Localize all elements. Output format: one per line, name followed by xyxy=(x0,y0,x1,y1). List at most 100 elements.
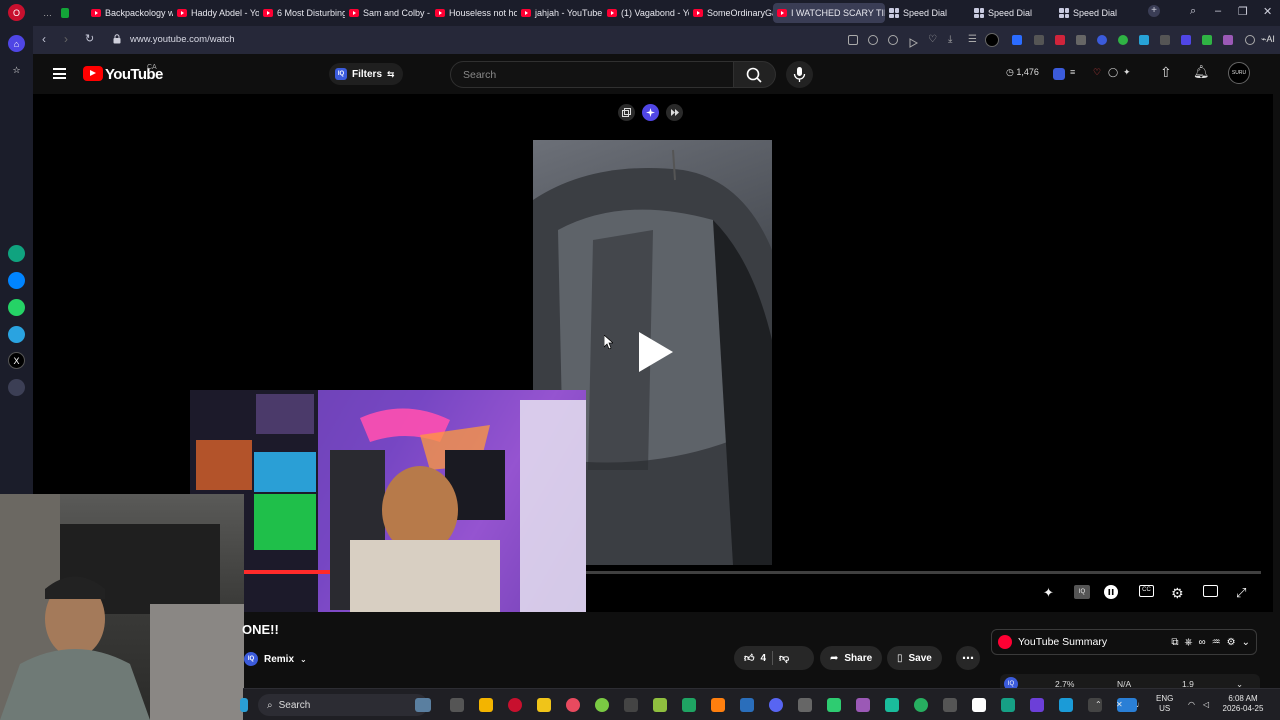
avatar[interactable]: SURU xyxy=(1228,62,1250,84)
browser-tab[interactable]: Haddy Abdel - You xyxy=(173,3,259,23)
camera-icon[interactable] xyxy=(868,35,878,45)
mic-icon[interactable]: ♩ xyxy=(1136,700,1144,710)
browser-tab[interactable]: jahjah - YouTube xyxy=(517,3,603,23)
opera-icon[interactable] xyxy=(508,698,522,712)
share-button[interactable]: ➦ Share xyxy=(820,646,883,670)
file-explorer-icon[interactable] xyxy=(479,698,493,712)
browser-tab[interactable]: Backpackology wi xyxy=(87,3,173,23)
telegram-icon[interactable] xyxy=(8,326,25,343)
iq-extension-icon[interactable] xyxy=(1053,68,1065,80)
filters-button[interactable]: IQ Filters ⇆ xyxy=(329,63,403,85)
settings-icon[interactable]: ⚙︎ xyxy=(1227,637,1236,648)
ai-sparkle-icon[interactable] xyxy=(642,104,659,121)
volume-icon[interactable]: ◁ xyxy=(1203,700,1209,710)
glasses-icon[interactable]: ∞ xyxy=(1199,637,1206,648)
edit-icon[interactable] xyxy=(848,35,858,45)
chatgpt-icon[interactable] xyxy=(8,245,25,262)
minimize-button[interactable]: – xyxy=(1215,5,1221,17)
extension-icon[interactable] xyxy=(1055,35,1065,45)
capcut-icon[interactable] xyxy=(972,698,986,712)
extension-icon[interactable] xyxy=(1012,35,1022,45)
sparkle-icon[interactable]: ✦ xyxy=(1043,585,1054,601)
comment-icon[interactable]: ◯ xyxy=(1108,67,1118,78)
whatsapp-icon[interactable] xyxy=(8,299,25,316)
wifi-icon[interactable]: ◠ xyxy=(1188,700,1195,710)
more-actions-button[interactable]: ⋯ xyxy=(956,646,980,670)
messenger-icon[interactable] xyxy=(8,272,25,289)
dislike-button[interactable]: 👎︎ xyxy=(779,652,789,664)
miniplayer-icon[interactable] xyxy=(1203,585,1218,597)
language-indicator[interactable]: ENG US xyxy=(1156,694,1173,714)
discord-icon[interactable] xyxy=(769,698,783,712)
browser-tab[interactable]: Speed Dial xyxy=(1055,3,1139,23)
home-icon[interactable]: ⌂ xyxy=(8,35,25,52)
app-icon[interactable] xyxy=(798,698,812,712)
app-icon[interactable] xyxy=(624,698,638,712)
forward-button[interactable]: › xyxy=(64,32,68,46)
browser-tab[interactable]: Sam and Colby - Y xyxy=(345,3,431,23)
close-window-button[interactable]: ✕ xyxy=(1263,5,1272,18)
settings-icon[interactable]: ⚙︎ xyxy=(1171,585,1184,602)
menu-icon[interactable] xyxy=(53,68,66,79)
app-icon[interactable] xyxy=(653,698,667,712)
voice-search-button[interactable] xyxy=(786,61,813,88)
browser-tab[interactable]: Speed Dial xyxy=(885,3,969,23)
copy-icon[interactable]: ⧉ xyxy=(1171,637,1178,648)
chevron-down-icon[interactable]: ⌄ xyxy=(1242,637,1250,648)
search-input[interactable] xyxy=(463,68,713,82)
cc-icon[interactable]: CC xyxy=(1139,585,1154,597)
widget-icon[interactable] xyxy=(415,698,431,712)
like-button[interactable]: 👍︎ 4 xyxy=(744,652,766,665)
network-icon[interactable]: ✕ xyxy=(1116,700,1123,710)
restore-button[interactable]: ❐ xyxy=(1238,5,1248,18)
app-icon[interactable] xyxy=(1001,698,1015,712)
tab-search-icon[interactable]: ⌕ xyxy=(1190,5,1196,18)
back-button[interactable]: ‹ xyxy=(42,32,46,46)
taskbar-search[interactable]: ⌕ Search xyxy=(258,694,428,716)
extensions-puzzle-icon[interactable] xyxy=(1245,35,1255,45)
app-icon[interactable] xyxy=(566,698,580,712)
browser-tab[interactable]: 6 Most Disturbing xyxy=(259,3,345,23)
sparkle-icon[interactable]: ✦ xyxy=(1123,67,1131,78)
pause-icon[interactable] xyxy=(1104,585,1118,599)
upload-icon[interactable]: ⇧ xyxy=(1160,64,1172,81)
task-view-icon[interactable] xyxy=(450,698,464,712)
app-icon[interactable] xyxy=(595,698,609,712)
extension-icon[interactable] xyxy=(1160,35,1170,45)
app-icon[interactable] xyxy=(827,698,841,712)
tray-overflow-icon[interactable]: ⌃ xyxy=(1095,700,1102,710)
extension-icon[interactable] xyxy=(1181,35,1191,45)
list-icon[interactable]: ≡ xyxy=(1070,67,1075,77)
remix-button[interactable]: IQ Remix ⌄ xyxy=(244,648,307,670)
menu-list-icon[interactable]: ☰ xyxy=(968,35,978,45)
browser-tab-active[interactable]: I WATCHED SCARY TIKTOK xyxy=(773,3,885,23)
play-icon[interactable] xyxy=(633,330,677,374)
bell-icon[interactable]: 🔔︎ xyxy=(1193,64,1210,80)
clock[interactable]: 6:08 AM 2026-04-25 xyxy=(1221,694,1265,714)
youtube-summary-panel[interactable]: YouTube Summary ⧉ ⎈ ∞ ♒ ⚙︎ ⌄ xyxy=(991,629,1257,655)
openai-icon[interactable]: ⎈ xyxy=(1185,637,1193,648)
copy-icon[interactable] xyxy=(618,104,635,121)
heart-icon[interactable]: ♡ xyxy=(928,35,938,45)
browser-tab[interactable]: Houseless not hop xyxy=(431,3,517,23)
vlc-icon[interactable] xyxy=(711,698,725,712)
app-icon[interactable] xyxy=(943,698,957,712)
url-field[interactable]: www.youtube.com/watch xyxy=(130,34,235,45)
suru-extension-icon[interactable] xyxy=(985,33,999,47)
shield-icon[interactable] xyxy=(888,35,898,45)
app-icon[interactable] xyxy=(682,698,696,712)
extension-icon[interactable] xyxy=(1118,35,1128,45)
start-icon[interactable] xyxy=(240,698,248,712)
lightning-app-icon[interactable] xyxy=(537,698,551,712)
tab-mini[interactable]: … xyxy=(39,3,53,23)
steam-icon[interactable] xyxy=(1059,698,1073,712)
star-icon[interactable]: ☆ xyxy=(8,62,25,79)
extension-icon[interactable] xyxy=(1139,35,1149,45)
browser-tab[interactable]: Speed Dial xyxy=(970,3,1054,23)
iq-icon[interactable]: IQ xyxy=(1074,585,1090,599)
app-icon[interactable] xyxy=(914,698,928,712)
download-icon[interactable]: ⤓ xyxy=(948,35,958,45)
opera-menu-icon[interactable]: O xyxy=(8,4,25,21)
tab-mini[interactable] xyxy=(57,3,73,23)
points-counter[interactable]: ◷ 1,476 xyxy=(1006,67,1039,78)
